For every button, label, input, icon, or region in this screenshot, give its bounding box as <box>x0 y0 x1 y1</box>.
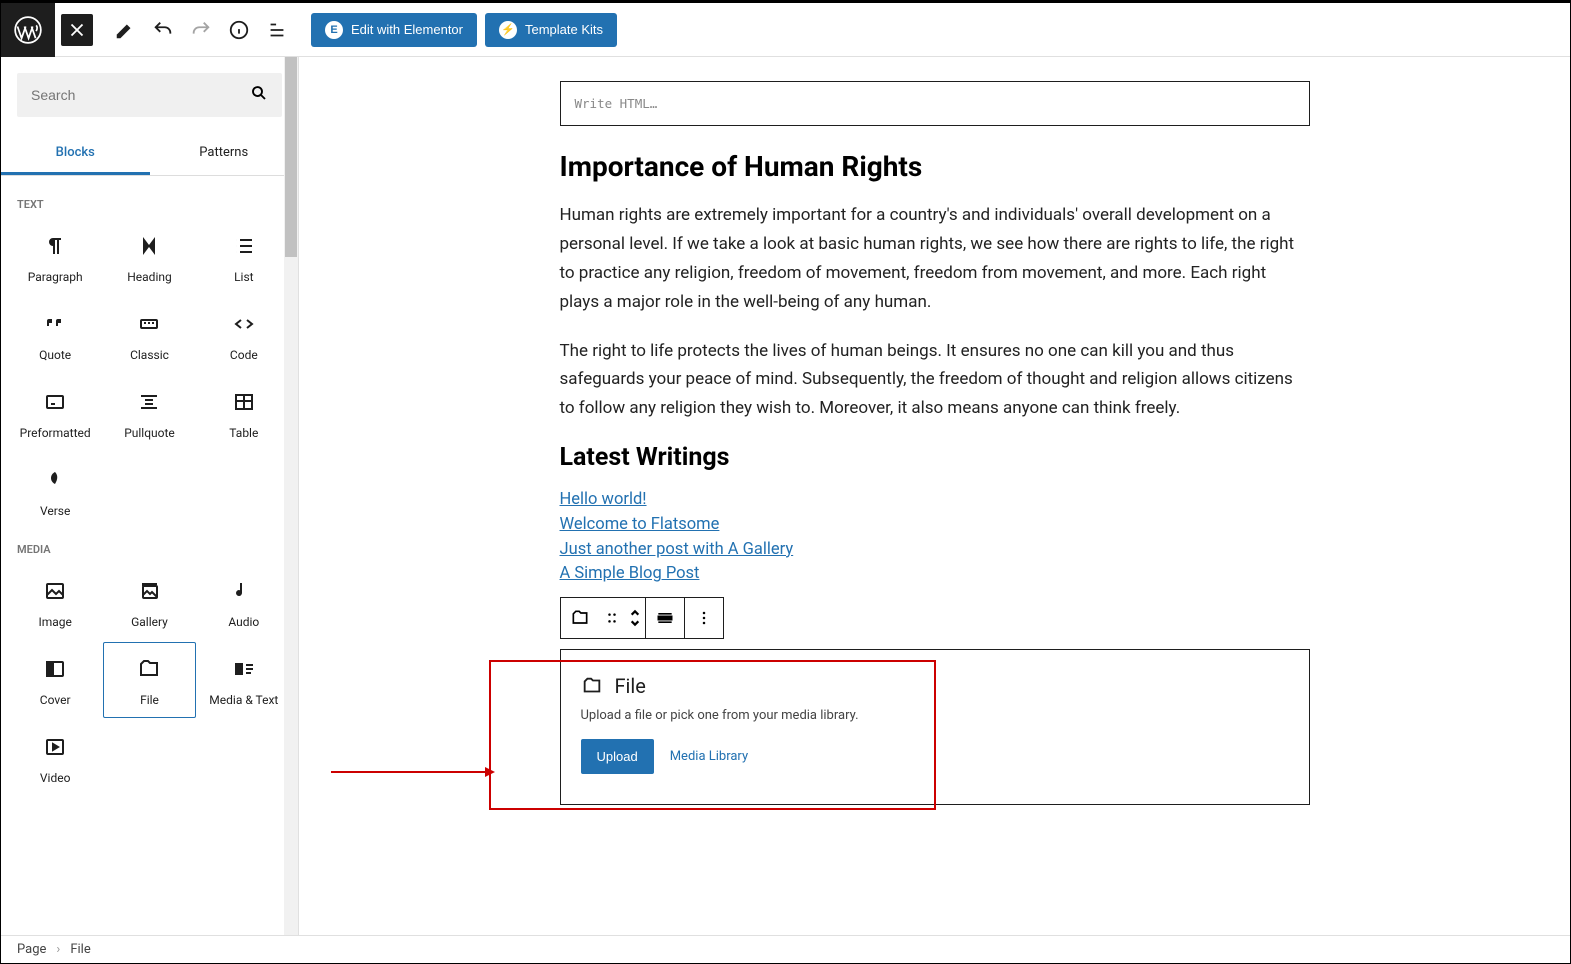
heading-importance[interactable]: Importance of Human Rights <box>560 150 1310 183</box>
file-block-title: File <box>615 674 646 698</box>
redo-icon[interactable] <box>183 12 219 48</box>
kits-icon: ⚡ <box>499 21 517 39</box>
link-item[interactable]: Just another post with A Gallery <box>560 538 1310 563</box>
block-table[interactable]: Table <box>198 375 290 451</box>
block-file[interactable]: File <box>103 642 195 718</box>
more-options-icon[interactable] <box>685 598 723 638</box>
section-text: Text <box>1 184 298 219</box>
undo-icon[interactable] <box>145 12 181 48</box>
edit-elementor-label: Edit with Elementor <box>351 22 463 37</box>
block-pullquote[interactable]: Pullquote <box>103 375 195 451</box>
block-type-icon[interactable] <box>561 598 599 638</box>
outline-icon[interactable] <box>259 12 295 48</box>
edit-elementor-button[interactable]: E Edit with Elementor <box>311 13 477 47</box>
search-input[interactable] <box>17 73 282 117</box>
block-preformatted[interactable]: Preformatted <box>9 375 101 451</box>
block-audio[interactable]: Audio <box>198 564 290 640</box>
annotation-arrow-head <box>485 767 495 777</box>
scrollbar-track[interactable] <box>284 57 298 935</box>
paragraph-2[interactable]: The right to life protects the lives of … <box>560 337 1310 424</box>
custom-html-block[interactable]: Write HTML… <box>560 81 1310 126</box>
section-media: Media <box>1 529 298 564</box>
annotation-arrow <box>331 771 487 773</box>
template-kits-button[interactable]: ⚡ Template Kits <box>485 13 617 47</box>
template-kits-label: Template Kits <box>525 22 603 37</box>
block-image[interactable]: Image <box>9 564 101 640</box>
breadcrumb: Page › File <box>1 935 1570 963</box>
top-toolbar: E Edit with Elementor ⚡ Template Kits <box>1 1 1570 57</box>
tab-patterns[interactable]: Patterns <box>150 133 299 175</box>
drag-handle-icon[interactable] <box>599 598 625 638</box>
block-video[interactable]: Video <box>9 720 101 796</box>
align-icon[interactable] <box>646 598 684 638</box>
block-quote[interactable]: Quote <box>9 297 101 373</box>
editor-canvas[interactable]: Write HTML… Importance of Human Rights H… <box>299 57 1570 935</box>
file-block[interactable]: File Upload a file or pick one from your… <box>560 649 1310 805</box>
block-media-text[interactable]: Media & Text <box>198 642 290 718</box>
search-icon <box>250 84 268 106</box>
upload-button[interactable]: Upload <box>581 739 654 774</box>
block-inserter-panel: Blocks Patterns Text Paragraph Heading L… <box>1 57 299 935</box>
info-icon[interactable] <box>221 12 257 48</box>
block-list[interactable]: List <box>198 219 290 295</box>
block-heading[interactable]: Heading <box>103 219 195 295</box>
paragraph-1[interactable]: Human rights are extremely important for… <box>560 201 1310 317</box>
move-updown-icon[interactable] <box>625 598 645 638</box>
link-item[interactable]: Hello world! <box>560 488 1310 513</box>
chevron-right-icon: › <box>56 942 60 957</box>
block-toolbar <box>560 597 724 639</box>
close-inserter-button[interactable] <box>61 14 93 46</box>
file-block-desc: Upload a file or pick one from your medi… <box>581 708 1289 723</box>
edit-icon[interactable] <box>107 12 143 48</box>
elementor-icon: E <box>325 21 343 39</box>
link-item[interactable]: A Simple Blog Post <box>560 562 1310 587</box>
wp-logo[interactable] <box>1 3 55 57</box>
heading-latest[interactable]: Latest Writings <box>560 443 1310 472</box>
block-paragraph[interactable]: Paragraph <box>9 219 101 295</box>
block-code[interactable]: Code <box>198 297 290 373</box>
file-icon <box>581 675 603 697</box>
scrollbar-thumb[interactable] <box>285 57 297 257</box>
block-gallery[interactable]: Gallery <box>103 564 195 640</box>
block-list-scroll[interactable]: Text Paragraph Heading List Quote Classi… <box>1 176 298 935</box>
block-cover[interactable]: Cover <box>9 642 101 718</box>
block-classic[interactable]: Classic <box>103 297 195 373</box>
block-verse[interactable]: Verse <box>9 453 101 529</box>
link-item[interactable]: Welcome to Flatsome <box>560 513 1310 538</box>
tab-blocks[interactable]: Blocks <box>1 133 150 175</box>
breadcrumb-file[interactable]: File <box>70 942 90 957</box>
breadcrumb-page[interactable]: Page <box>17 942 46 957</box>
media-library-link[interactable]: Media Library <box>670 749 748 764</box>
